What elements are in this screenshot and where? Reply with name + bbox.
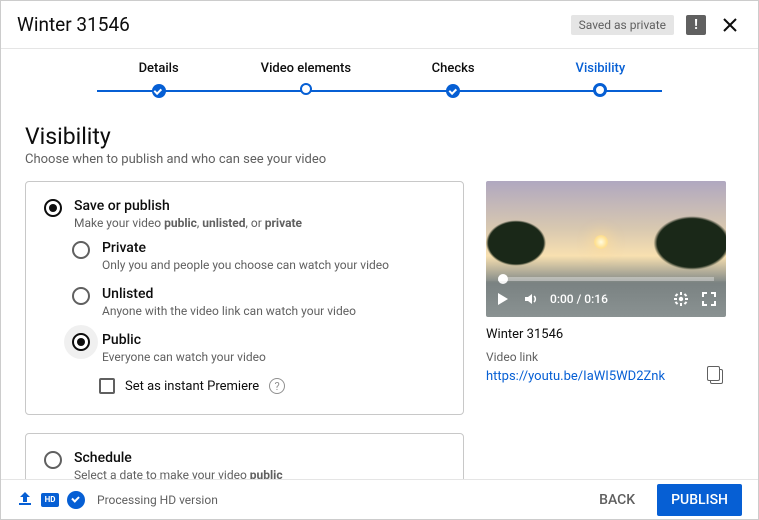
radio-public[interactable]	[72, 333, 90, 351]
save-or-publish-box: Save or publish Make your video public, …	[25, 181, 464, 415]
video-link-label: Video link	[486, 350, 726, 364]
schedule-box: Schedule Select a date to make your vide…	[25, 433, 464, 479]
processing-status: Processing HD version	[97, 493, 218, 507]
publish-button[interactable]: PUBLISH	[657, 484, 742, 516]
feedback-icon[interactable]: !	[684, 13, 708, 37]
page-title: Visibility	[25, 123, 726, 150]
copy-icon[interactable]	[704, 365, 726, 387]
step-dot-checks	[446, 84, 460, 98]
video-title: Winter 31546	[17, 13, 130, 36]
public-desc: Everyone can watch your video	[102, 350, 266, 364]
back-button[interactable]: BACK	[587, 484, 647, 516]
schedule-label: Schedule	[74, 450, 283, 466]
dialog-header: Winter 31546 Saved as private !	[1, 1, 758, 49]
play-icon[interactable]	[494, 290, 512, 308]
preview-video-title: Winter 31546	[486, 327, 726, 342]
step-dot-details	[152, 84, 166, 98]
public-label: Public	[102, 332, 266, 348]
private-desc: Only you and people you choose can watch…	[102, 258, 389, 272]
unlisted-label: Unlisted	[102, 286, 356, 302]
page-subtitle: Choose when to publish and who can see y…	[25, 152, 726, 167]
instant-premiere-label: Set as instant Premiere	[125, 379, 259, 394]
help-icon[interactable]: ?	[269, 378, 285, 394]
upload-icon	[17, 490, 33, 510]
video-link-url[interactable]: https://youtu.be/IaWI5WD2Znk	[486, 369, 665, 384]
fullscreen-icon[interactable]	[700, 290, 718, 308]
save-or-publish-label: Save or publish	[74, 198, 302, 214]
radio-unlisted[interactable]	[72, 287, 90, 305]
step-details[interactable]: Details	[85, 61, 232, 84]
close-icon[interactable]	[718, 13, 742, 37]
video-preview[interactable]: 0:00 / 0:16	[486, 181, 726, 317]
volume-icon[interactable]	[522, 290, 540, 308]
step-dot-visibility	[593, 83, 607, 97]
check-circle-icon	[67, 491, 85, 509]
stepper: Details Video elements Checks Visibility	[1, 49, 758, 98]
saved-status-badge: Saved as private	[571, 15, 674, 35]
step-dot-video-elements	[300, 83, 312, 95]
step-video-elements[interactable]: Video elements	[232, 61, 379, 84]
checkbox-instant-premiere[interactable]	[99, 378, 115, 394]
radio-private[interactable]	[72, 241, 90, 259]
private-label: Private	[102, 240, 389, 256]
schedule-desc: Select a date to make your video public	[74, 468, 283, 479]
time-display: 0:00 / 0:16	[550, 292, 608, 306]
unlisted-desc: Anyone with the video link can watch you…	[102, 304, 356, 318]
settings-gear-icon[interactable]	[672, 290, 690, 308]
save-or-publish-desc: Make your video public, unlisted, or pri…	[74, 216, 302, 230]
radio-save-or-publish[interactable]	[44, 199, 62, 217]
radio-schedule[interactable]	[44, 451, 62, 469]
hd-badge: HD	[41, 493, 59, 507]
step-visibility[interactable]: Visibility	[527, 61, 674, 84]
step-checks[interactable]: Checks	[380, 61, 527, 84]
dialog-footer: HD Processing HD version BACK PUBLISH	[1, 479, 758, 519]
